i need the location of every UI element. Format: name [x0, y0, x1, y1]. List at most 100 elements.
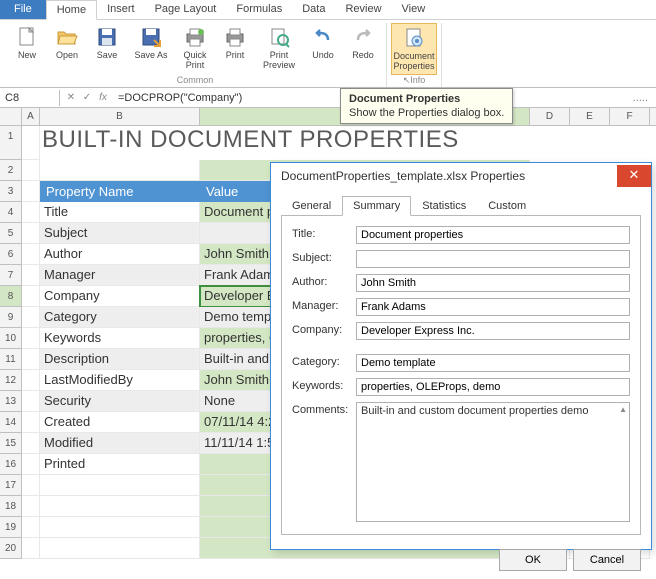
cell[interactable]: [40, 538, 200, 559]
print-preview-button[interactable]: Print Preview: [256, 23, 302, 73]
cell[interactable]: [22, 265, 40, 286]
table-cell-name[interactable]: Keywords: [40, 328, 200, 349]
cell[interactable]: [22, 517, 40, 538]
author-field[interactable]: [356, 274, 630, 292]
tab-formulas[interactable]: Formulas: [226, 0, 292, 19]
cell[interactable]: [22, 538, 40, 559]
new-button[interactable]: New: [8, 23, 46, 73]
cell[interactable]: [22, 454, 40, 475]
tab-general[interactable]: General: [281, 196, 342, 216]
table-cell-name[interactable]: Created: [40, 412, 200, 433]
cell[interactable]: [22, 160, 40, 181]
row-header[interactable]: 13: [0, 391, 22, 412]
col-header-f[interactable]: F: [610, 108, 650, 125]
row-header[interactable]: 14: [0, 412, 22, 433]
cell[interactable]: [40, 517, 200, 538]
category-field[interactable]: [356, 354, 630, 372]
manager-field[interactable]: [356, 298, 630, 316]
table-cell-name[interactable]: Company: [40, 286, 200, 307]
accept-formula-icon[interactable]: ✓: [80, 92, 94, 103]
row-header[interactable]: 11: [0, 349, 22, 370]
quick-print-button[interactable]: Quick Print: [176, 23, 214, 73]
row-header[interactable]: 9: [0, 307, 22, 328]
table-cell-name[interactable]: LastModifiedBy: [40, 370, 200, 391]
table-cell-name[interactable]: Subject: [40, 223, 200, 244]
row-header[interactable]: 8: [0, 286, 22, 307]
undo-button[interactable]: Undo: [304, 23, 342, 73]
row-header[interactable]: 1: [0, 126, 22, 160]
tab-data[interactable]: Data: [292, 0, 335, 19]
tab-home[interactable]: Home: [46, 0, 97, 20]
save-as-button[interactable]: Save As: [128, 23, 174, 73]
tab-review[interactable]: Review: [335, 0, 391, 19]
cell[interactable]: [40, 160, 200, 181]
tab-page-layout[interactable]: Page Layout: [145, 0, 227, 19]
keywords-field[interactable]: [356, 378, 630, 396]
dialog-titlebar[interactable]: DocumentProperties_template.xlsx Propert…: [271, 163, 651, 189]
cell[interactable]: [22, 349, 40, 370]
row-header[interactable]: 3: [0, 181, 22, 202]
row-header[interactable]: 19: [0, 517, 22, 538]
cell[interactable]: [22, 223, 40, 244]
tab-custom[interactable]: Custom: [477, 196, 537, 216]
row-header[interactable]: 2: [0, 160, 22, 181]
row-header[interactable]: 20: [0, 538, 22, 559]
row-header[interactable]: 15: [0, 433, 22, 454]
redo-button[interactable]: Redo: [344, 23, 382, 73]
cell[interactable]: [40, 475, 200, 496]
table-cell-name[interactable]: Author: [40, 244, 200, 265]
cell[interactable]: [22, 202, 40, 223]
scroll-up-icon[interactable]: ▲: [619, 405, 627, 414]
cell[interactable]: [22, 286, 40, 307]
select-all-corner[interactable]: [0, 108, 22, 125]
cell[interactable]: [22, 126, 40, 160]
col-header-a[interactable]: A: [22, 108, 40, 125]
table-header[interactable]: Property Name: [40, 181, 200, 202]
cell[interactable]: [22, 370, 40, 391]
row-header[interactable]: 16: [0, 454, 22, 475]
row-header[interactable]: 7: [0, 265, 22, 286]
company-field[interactable]: [356, 322, 630, 340]
table-cell-name[interactable]: Printed: [40, 454, 200, 475]
cell[interactable]: [22, 433, 40, 454]
open-button[interactable]: Open: [48, 23, 86, 73]
cell[interactable]: [22, 391, 40, 412]
fx-icon[interactable]: fx: [96, 92, 110, 103]
row-header[interactable]: 10: [0, 328, 22, 349]
print-button[interactable]: Print: [216, 23, 254, 73]
row-header[interactable]: 18: [0, 496, 22, 517]
subject-field[interactable]: [356, 250, 630, 268]
cell[interactable]: [22, 475, 40, 496]
name-box[interactable]: C8: [0, 90, 60, 106]
comments-field[interactable]: Built-in and custom document properties …: [356, 402, 630, 522]
tab-file[interactable]: File: [0, 0, 46, 19]
table-cell-name[interactable]: Manager: [40, 265, 200, 286]
table-cell-name[interactable]: Security: [40, 391, 200, 412]
cell[interactable]: [22, 181, 40, 202]
col-header-e[interactable]: E: [570, 108, 610, 125]
tab-insert[interactable]: Insert: [97, 0, 145, 19]
tab-summary[interactable]: Summary: [342, 196, 411, 216]
row-header[interactable]: 5: [0, 223, 22, 244]
page-title[interactable]: BUILT-IN DOCUMENT PROPERTIES: [40, 126, 548, 160]
row-header[interactable]: 4: [0, 202, 22, 223]
tab-statistics[interactable]: Statistics: [411, 196, 477, 216]
cell[interactable]: [22, 412, 40, 433]
table-cell-name[interactable]: Category: [40, 307, 200, 328]
cell[interactable]: [40, 496, 200, 517]
row-header[interactable]: 6: [0, 244, 22, 265]
table-cell-name[interactable]: Description: [40, 349, 200, 370]
col-header-b[interactable]: B: [40, 108, 200, 125]
cancel-button[interactable]: Cancel: [573, 549, 641, 571]
table-cell-name[interactable]: Title: [40, 202, 200, 223]
row-header[interactable]: 12: [0, 370, 22, 391]
cancel-formula-icon[interactable]: ✕: [64, 92, 78, 103]
formula-expand[interactable]: .....: [625, 92, 656, 104]
col-header-d[interactable]: D: [530, 108, 570, 125]
ok-button[interactable]: OK: [499, 549, 567, 571]
tab-view[interactable]: View: [392, 0, 436, 19]
cell[interactable]: [22, 328, 40, 349]
row-header[interactable]: 17: [0, 475, 22, 496]
cell[interactable]: [22, 244, 40, 265]
close-button[interactable]: ✕: [617, 165, 651, 187]
